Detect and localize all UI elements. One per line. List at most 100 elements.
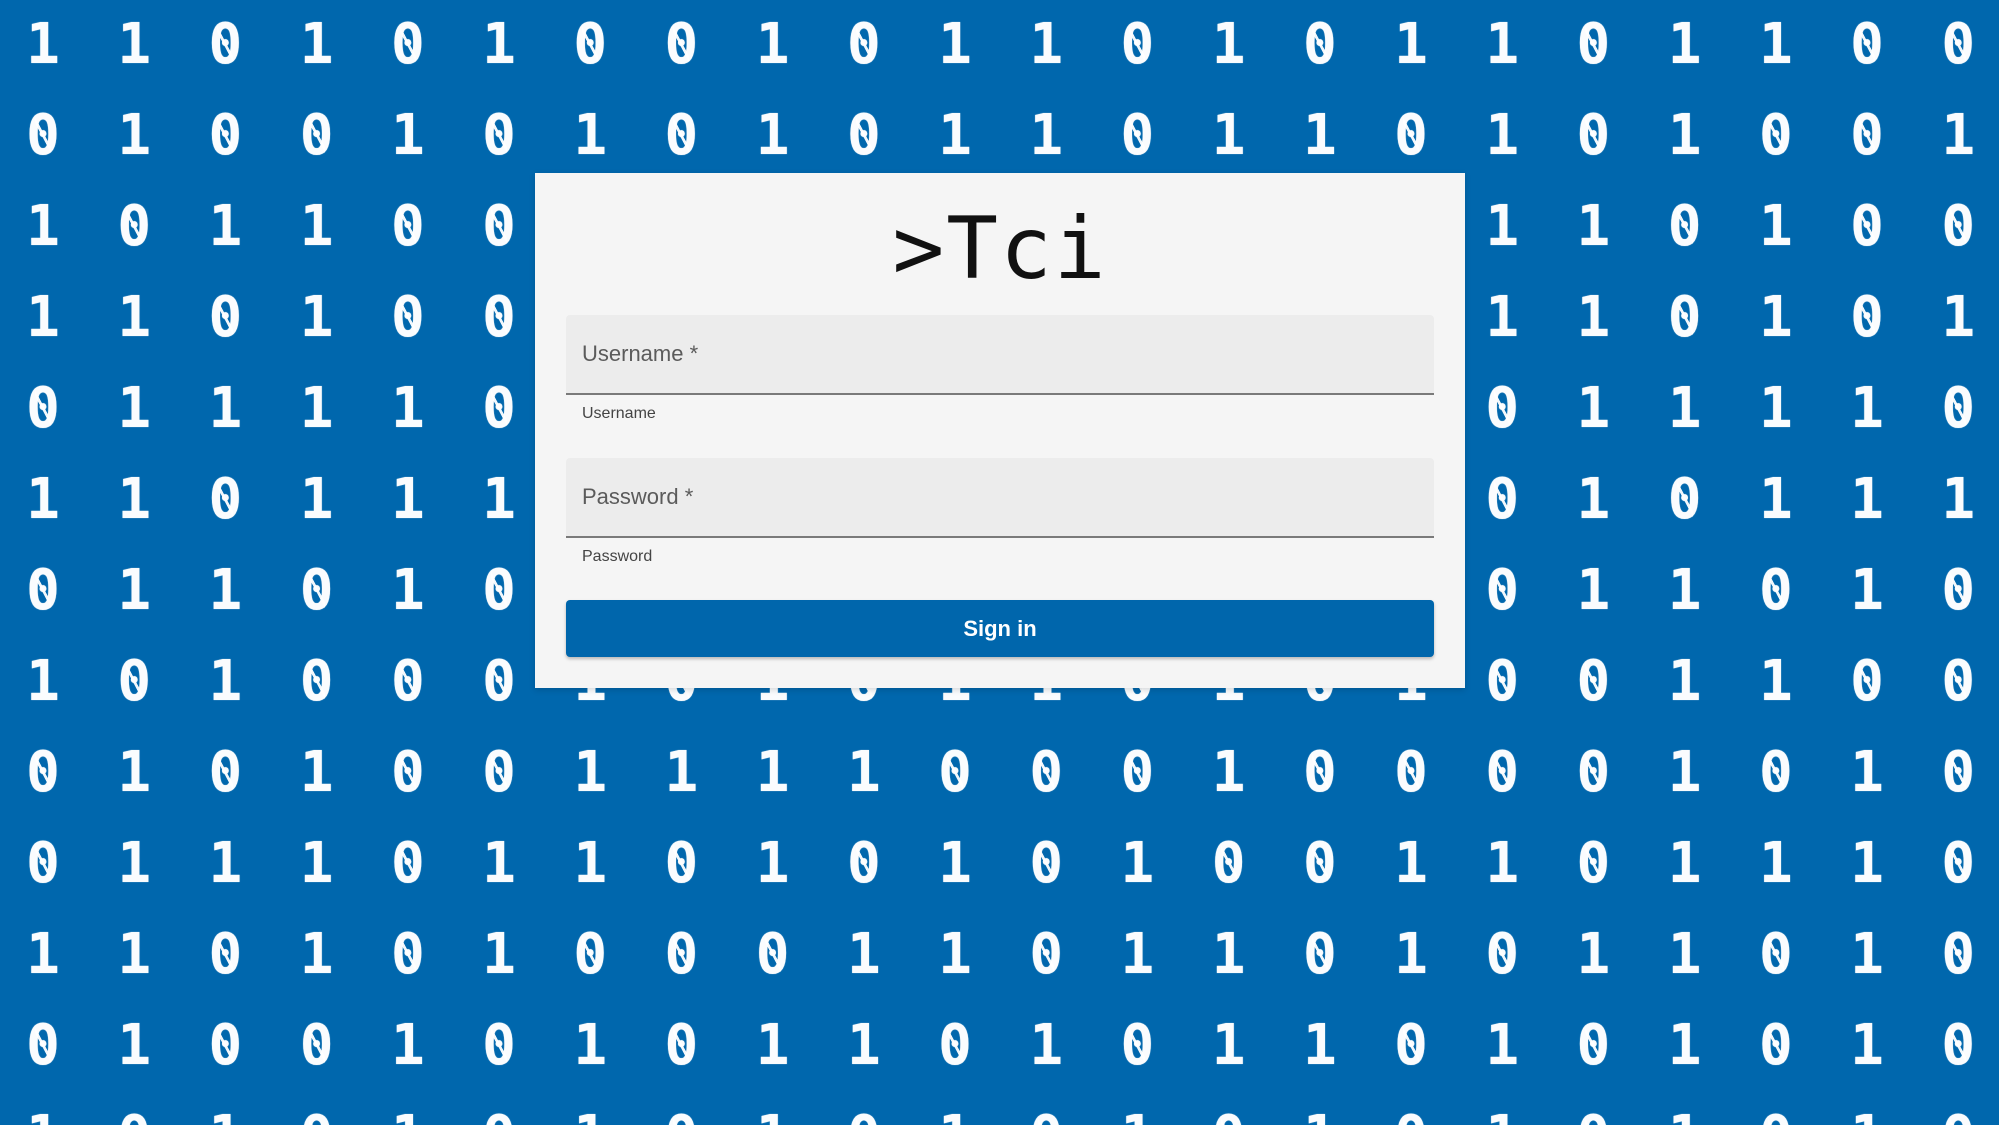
binary-digit: 0 — [1199, 1107, 1259, 1125]
binary-digit: 1 — [299, 12, 334, 77]
binary-digit: 1 — [925, 1107, 985, 1125]
binary-digit: 1 — [482, 12, 516, 77]
binary-digit: 1 — [390, 558, 425, 623]
binary-digit: 1 — [1667, 103, 1702, 168]
binary-digit: 1 — [1941, 285, 1976, 350]
binary-digit: 1 — [1576, 376, 1611, 441]
binary-digit: 0 — [1746, 743, 1806, 803]
binary-digit: 0 — [651, 1107, 711, 1125]
binary-digit: 1 — [1667, 376, 1702, 441]
binary-digit: 0 — [104, 652, 164, 712]
binary-digit: 0 — [1655, 288, 1715, 348]
binary-digit: 0 — [378, 288, 438, 348]
binary-digit: 1 — [846, 740, 881, 805]
binary-digit: 0 — [834, 15, 894, 75]
binary-digit: 1 — [1576, 922, 1611, 987]
login-card: >Tci Username Password Sign in — [535, 173, 1465, 688]
binary-digit: 0 — [469, 106, 529, 166]
binary-digit: 1 — [1211, 12, 1246, 77]
binary-digit: 0 — [1928, 15, 1988, 75]
binary-digit: 1 — [26, 285, 60, 350]
binary-digit: 1 — [1211, 103, 1246, 168]
sign-in-button[interactable]: Sign in — [566, 600, 1434, 657]
binary-digit: 1 — [26, 922, 60, 987]
binary-digit: 1 — [1472, 1107, 1532, 1125]
binary-digit: 1 — [299, 831, 334, 896]
binary-digit: 0 — [287, 106, 347, 166]
binary-digit: 1 — [938, 12, 972, 77]
binary-digit: 1 — [299, 194, 334, 259]
binary-digit: 1 — [299, 285, 334, 350]
binary-digit: 0 — [834, 106, 894, 166]
binary-digit: 0 — [469, 743, 529, 803]
binary-digit: 1 — [1394, 831, 1428, 896]
binary-digit: 1 — [1029, 12, 1064, 77]
binary-digit: 1 — [755, 831, 790, 896]
binary-digit: 0 — [1746, 1107, 1806, 1125]
binary-digit: 1 — [1667, 12, 1702, 77]
binary-digit: 0 — [1928, 197, 1988, 257]
binary-digit: 0 — [560, 925, 620, 985]
binary-digit: 0 — [1381, 743, 1441, 803]
binary-digit: 1 — [195, 1107, 255, 1125]
binary-digit: 0 — [1381, 106, 1441, 166]
binary-digit: 0 — [1746, 106, 1806, 166]
binary-digit: 1 — [117, 740, 152, 805]
binary-digit: 0 — [378, 15, 438, 75]
binary-digit: 1 — [1758, 649, 1793, 714]
binary-digit: 0 — [378, 652, 438, 712]
binary-digit: 1 — [1655, 1107, 1715, 1125]
binary-digit: 0 — [1655, 197, 1715, 257]
binary-digit: 0 — [195, 925, 255, 985]
binary-digit: 0 — [1563, 834, 1623, 894]
binary-digit: 0 — [195, 15, 255, 75]
binary-digit: 1 — [117, 12, 152, 77]
binary-digit: 1 — [1758, 12, 1793, 77]
binary-digit: 1 — [1576, 558, 1611, 623]
binary-digit: 0 — [925, 1016, 985, 1076]
binary-digit: 1 — [1850, 467, 1884, 532]
binary-digit: 0 — [287, 1016, 347, 1076]
binary-digit: 0 — [1107, 1016, 1167, 1076]
binary-digit: 1 — [1850, 376, 1884, 441]
binary-digit: 0 — [469, 197, 529, 257]
binary-digit: 0 — [469, 288, 529, 348]
binary-digit: 0 — [1016, 743, 1076, 803]
binary-digit: 1 — [390, 467, 425, 532]
binary-digit: 0 — [13, 106, 73, 166]
username-input[interactable] — [566, 315, 1434, 393]
binary-digit: 1 — [755, 1013, 790, 1078]
binary-digit: 0 — [469, 1107, 529, 1125]
binary-digit: 1 — [378, 1107, 438, 1125]
binary-digit: 1 — [743, 1107, 803, 1125]
binary-digit: 1 — [1837, 1107, 1897, 1125]
binary-digit: 0 — [560, 15, 620, 75]
binary-digit: 1 — [1758, 831, 1793, 896]
password-input[interactable] — [566, 458, 1434, 536]
binary-digit: 0 — [13, 834, 73, 894]
binary-digit: 0 — [1563, 1107, 1623, 1125]
binary-digit: 1 — [1485, 12, 1520, 77]
binary-digit: 1 — [938, 831, 972, 896]
binary-digit: 1 — [117, 376, 152, 441]
binary-digit: 1 — [1667, 740, 1702, 805]
binary-digit: 0 — [195, 743, 255, 803]
binary-digit: 0 — [1928, 379, 1988, 439]
binary-digit: 0 — [1290, 15, 1350, 75]
binary-digit: 0 — [378, 197, 438, 257]
binary-digit: 0 — [1472, 379, 1532, 439]
binary-digit: 0 — [651, 15, 711, 75]
binary-digit: 1 — [1394, 922, 1428, 987]
binary-digit: 0 — [378, 834, 438, 894]
binary-digit: 0 — [834, 834, 894, 894]
binary-digit: 1 — [560, 1107, 620, 1125]
binary-digit: 0 — [1107, 743, 1167, 803]
password-helper-text: Password — [582, 548, 653, 565]
binary-digit: 0 — [743, 925, 803, 985]
binary-digit: 0 — [13, 1016, 73, 1076]
binary-digit: 1 — [299, 467, 334, 532]
binary-digit: 0 — [195, 288, 255, 348]
binary-digit: 1 — [299, 740, 334, 805]
binary-digit: 1 — [755, 740, 790, 805]
binary-digit: 0 — [1107, 106, 1167, 166]
